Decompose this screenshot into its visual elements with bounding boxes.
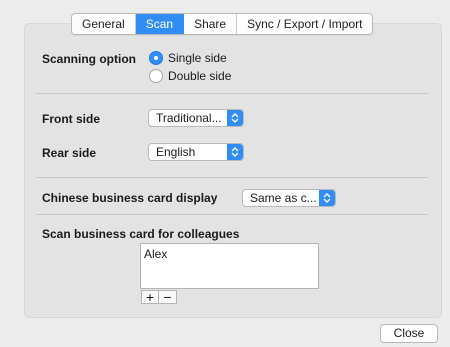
scanning-option-label: Scanning option <box>42 52 136 66</box>
radio-single-side-label: Single side <box>168 51 227 65</box>
separator <box>36 214 428 215</box>
front-side-label: Front side <box>42 112 101 126</box>
chinese-display-label: Chinese business card display <box>42 191 218 205</box>
tab-share[interactable]: Share <box>184 14 238 34</box>
separator <box>36 93 428 94</box>
add-button[interactable]: + <box>141 290 159 304</box>
radio-double-side[interactable]: Double side <box>149 69 231 83</box>
separator <box>36 177 428 178</box>
close-button[interactable]: Close <box>380 324 438 343</box>
chevron-up-down-icon <box>319 190 335 206</box>
chevron-up-down-icon <box>227 144 243 160</box>
chinese-display-popup[interactable]: Same as c... <box>242 189 336 207</box>
colleagues-list[interactable]: Alex <box>140 243 319 289</box>
tab-bar: General Scan Share Sync / Export / Impor… <box>71 13 374 35</box>
chinese-display-value: Same as c... <box>250 191 317 205</box>
tab-sync-export-import[interactable]: Sync / Export / Import <box>237 14 372 34</box>
radio-selected-icon[interactable] <box>149 51 163 65</box>
front-side-popup[interactable]: Traditional... <box>148 109 244 127</box>
radio-double-side-label: Double side <box>168 69 232 83</box>
rear-side-label: Rear side <box>42 146 97 160</box>
list-controls: + − <box>141 290 177 304</box>
tab-scan[interactable]: Scan <box>135 14 185 34</box>
remove-button[interactable]: − <box>159 290 177 304</box>
radio-unselected-icon[interactable] <box>149 69 163 83</box>
tab-general[interactable]: General <box>72 14 136 34</box>
rear-side-value: English <box>156 145 196 159</box>
chevron-up-down-icon <box>227 110 243 126</box>
list-item[interactable]: Alex <box>141 244 318 264</box>
rear-side-popup[interactable]: English <box>148 143 244 161</box>
colleagues-label: Scan business card for colleagues <box>42 227 240 241</box>
front-side-value: Traditional... <box>156 111 222 125</box>
radio-single-side[interactable]: Single side <box>149 51 227 65</box>
